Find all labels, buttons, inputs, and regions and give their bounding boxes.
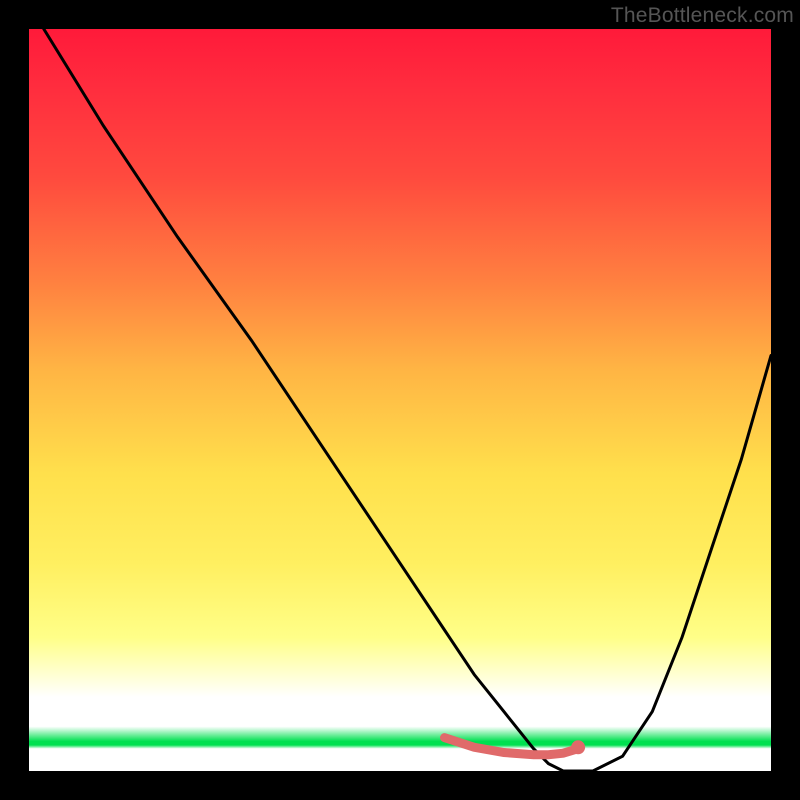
chart-svg bbox=[29, 29, 771, 771]
chart-container: TheBottleneck.com bbox=[0, 0, 800, 800]
marker-dot bbox=[571, 740, 585, 754]
main-curve bbox=[44, 29, 771, 771]
attribution-text: TheBottleneck.com bbox=[611, 4, 794, 28]
plot-area bbox=[29, 29, 771, 771]
marker-segment bbox=[445, 738, 579, 755]
